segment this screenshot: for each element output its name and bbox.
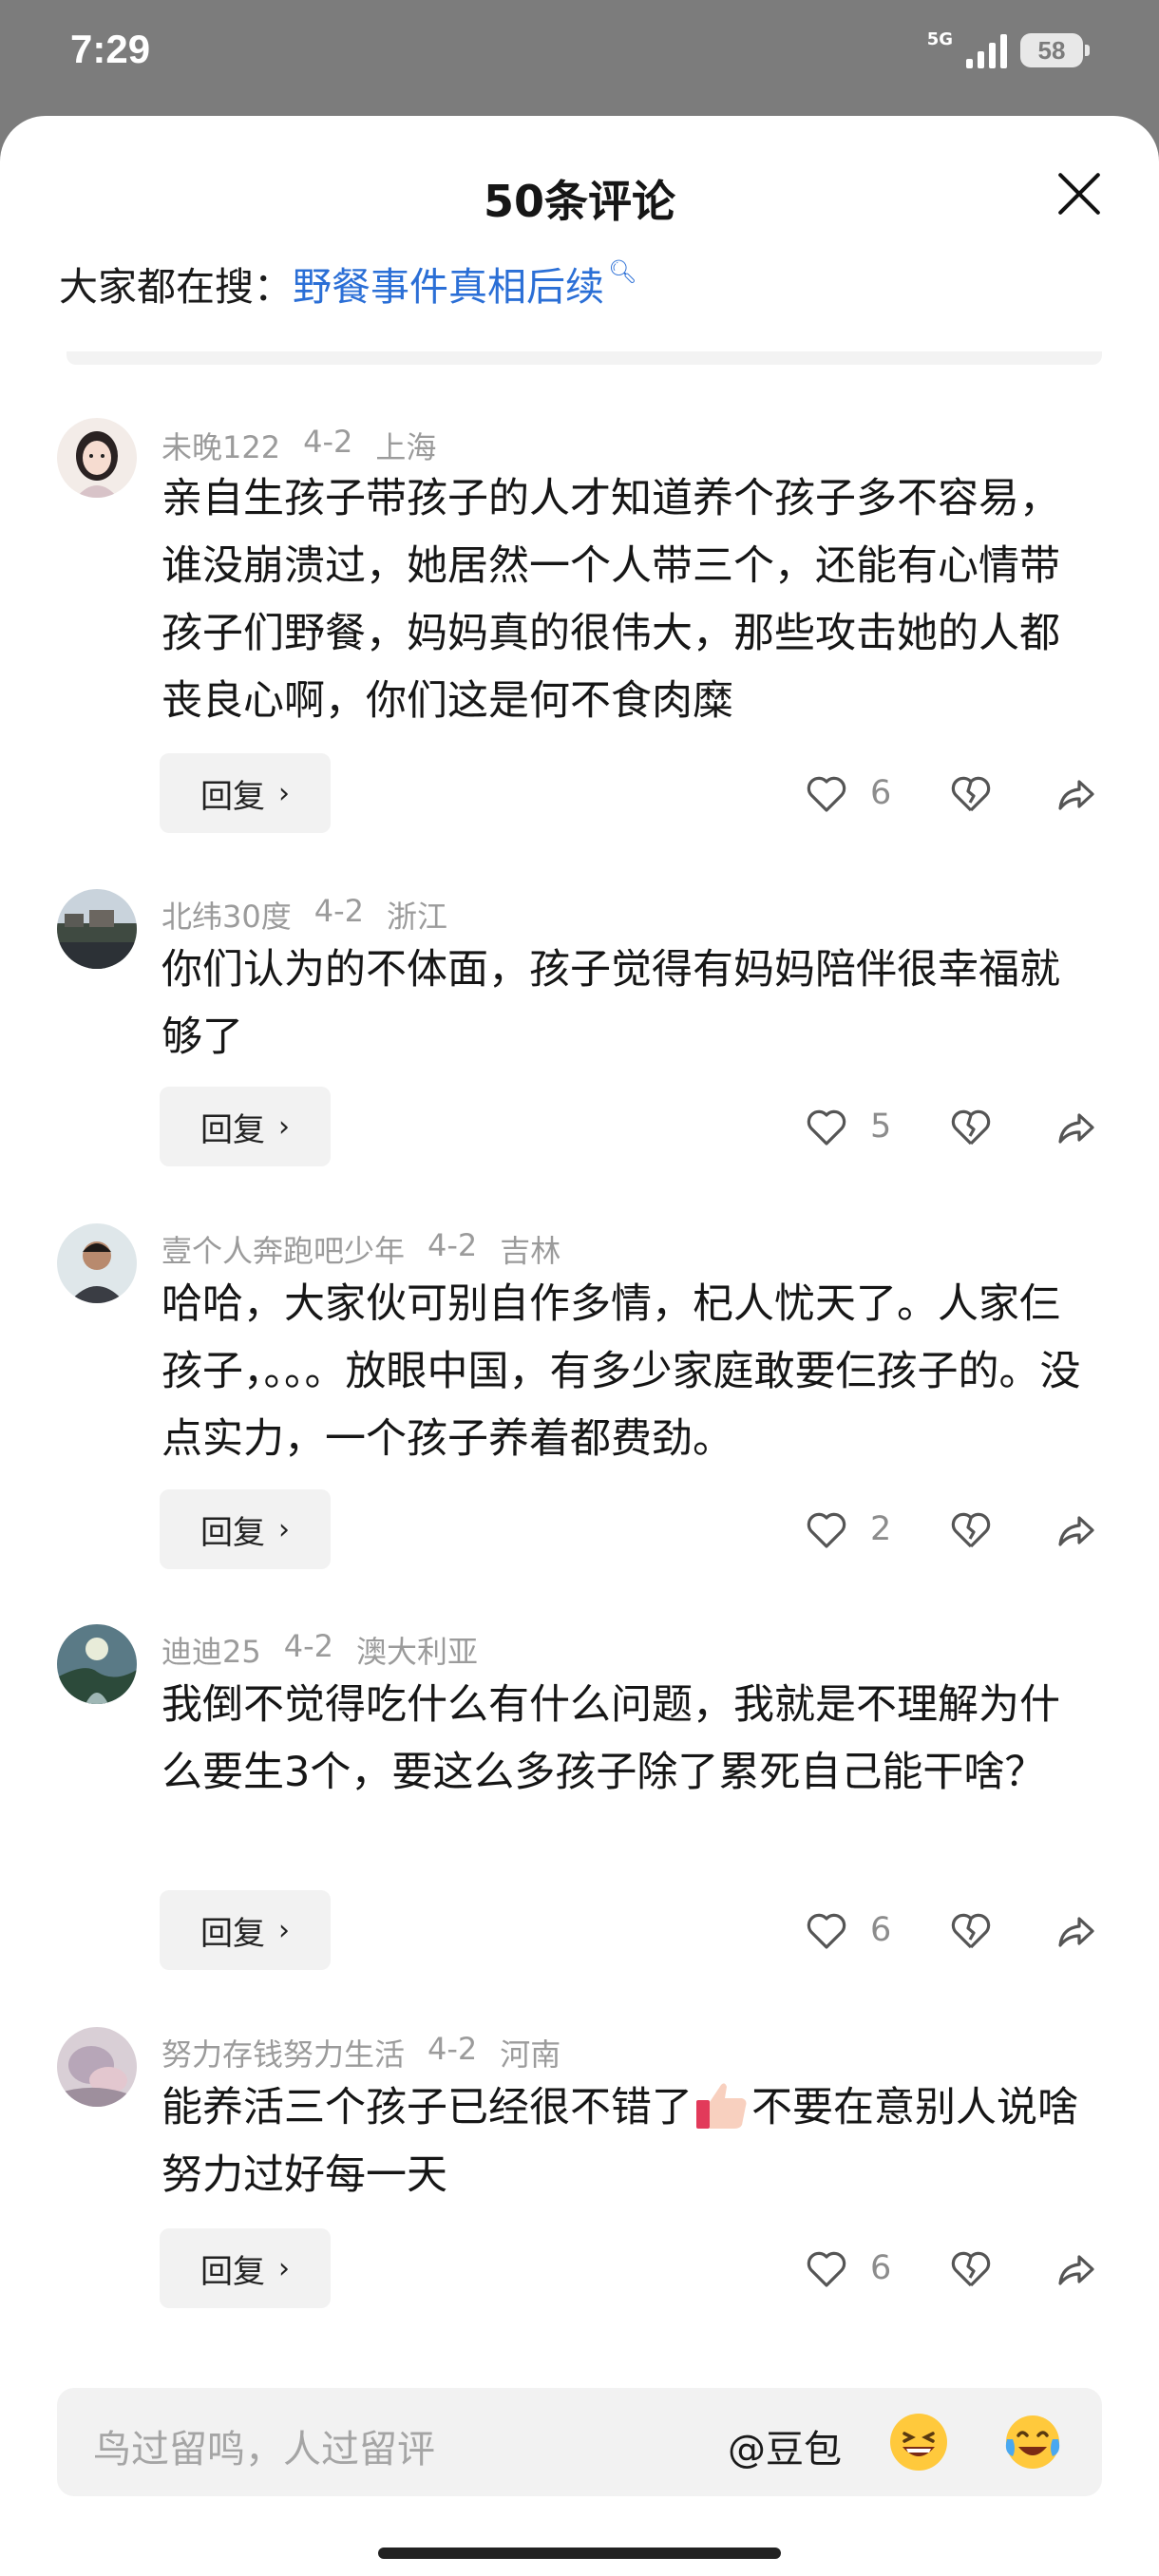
like-icon[interactable]	[804, 2245, 849, 2291]
battery-level: 58	[1037, 35, 1066, 65]
trending-search-link[interactable]: 野餐事件真相后续	[293, 255, 604, 312]
close-icon[interactable]	[1056, 171, 1102, 217]
status-time: 7:29	[70, 27, 151, 71]
comment-date: 4-2	[428, 2031, 478, 2067]
like-count: 2	[870, 1510, 892, 1548]
comment-location: 浙江	[387, 899, 448, 935]
avatar[interactable]	[57, 1223, 137, 1303]
status-indicators: 5G 58	[926, 27, 1090, 74]
reply-button[interactable]: 回复 ›	[160, 1890, 331, 1970]
share-icon[interactable]	[1053, 1104, 1098, 1149]
comment-location: 吉林	[500, 1233, 561, 1269]
comment-date: 4-2	[314, 893, 364, 929]
reply-label: 回复	[200, 1914, 265, 1953]
trending-search-label: 大家都在搜：	[59, 264, 293, 310]
like-count: 6	[870, 2249, 892, 2287]
comment-text-part: 能养活三个孩子已经很不错了	[162, 2084, 693, 2131]
reply-label: 回复	[200, 1513, 265, 1552]
comment-username[interactable]: 未晚122	[162, 424, 280, 467]
sheet-title: 50条评论	[483, 176, 675, 227]
chevron-right-icon: ›	[278, 1109, 290, 1144]
dislike-icon[interactable]	[948, 1104, 994, 1149]
avatar[interactable]	[57, 418, 137, 498]
comment-actions: 6	[804, 2228, 1098, 2308]
divider	[66, 351, 1102, 365]
share-icon[interactable]	[1053, 1506, 1098, 1552]
reply-label: 回复	[200, 1110, 265, 1149]
chevron-right-icon: ›	[278, 2251, 290, 2285]
comment-location: 上海	[375, 429, 437, 465]
comment-actions: 2	[804, 1489, 1098, 1569]
status-bar: 7:29 5G 58	[0, 0, 1159, 114]
comment-actions: 5	[804, 1087, 1098, 1166]
grinning-emoji-icon[interactable]	[887, 2411, 950, 2473]
avatar[interactable]	[57, 889, 137, 969]
mention-bot-button[interactable]: @豆包	[728, 2418, 842, 2473]
reply-button[interactable]: 回复 ›	[160, 1087, 331, 1166]
comment-meta: 北纬30度 4-2 浙江	[162, 893, 447, 937]
comment-meta: 未晚122 4-2 上海	[162, 424, 436, 467]
signal-icon	[966, 32, 1007, 68]
comment-text: 我倒不觉得吃什么有什么问题，我就是不理解为什么要生3个，要这么多孩子除了累死自己…	[162, 1681, 1060, 1796]
comment-actions: 6	[804, 753, 1098, 833]
tears-of-joy-emoji-icon[interactable]	[1001, 2411, 1064, 2473]
like-icon[interactable]	[804, 1907, 849, 1953]
home-indicator[interactable]	[378, 2548, 781, 2559]
reply-button[interactable]: 回复 ›	[160, 1489, 331, 1569]
comment-input-placeholder[interactable]: 鸟过留鸣，人过留评	[93, 2418, 435, 2473]
dislike-icon[interactable]	[948, 1506, 994, 1552]
like-count: 5	[870, 1108, 892, 1146]
reply-label: 回复	[200, 777, 265, 816]
comment-text: 哈哈，大家伙可别自作多情，杞人忧天了。人家仨孩子，。。。放眼中国，有多少家庭敢要…	[162, 1280, 1081, 1463]
comment-meta: 努力存钱努力生活 4-2 河南	[162, 2031, 560, 2074]
dislike-icon[interactable]	[948, 2245, 994, 2291]
comment-date: 4-2	[428, 1227, 478, 1263]
comment-text: 你们认为的不体面，孩子觉得有妈妈陪伴很幸福就够了	[162, 946, 1060, 1061]
battery-icon: 58	[1020, 33, 1090, 67]
like-count: 6	[870, 774, 892, 812]
reply-label: 回复	[200, 2252, 265, 2291]
dislike-icon[interactable]	[948, 1907, 994, 1953]
comment-username[interactable]: 努力存钱努力生活	[162, 2031, 405, 2074]
thumbs-up-emoji-icon	[693, 2075, 751, 2134]
share-icon[interactable]	[1053, 1907, 1098, 1953]
reply-button[interactable]: 回复 ›	[160, 753, 331, 833]
comment-date: 4-2	[303, 424, 353, 460]
chevron-right-icon: ›	[278, 1913, 290, 1947]
comment-meta: 壹个人奔跑吧少年 4-2 吉林	[162, 1227, 560, 1271]
avatar[interactable]	[57, 1624, 137, 1704]
like-icon[interactable]	[804, 1104, 849, 1149]
comment-username[interactable]: 北纬30度	[162, 893, 292, 937]
comment-text: 亲自生孩子带孩子的人才知道养个孩子多不容易，谁没崩溃过，她居然一个人带三个，还能…	[162, 475, 1060, 725]
chevron-right-icon: ›	[278, 776, 290, 810]
comment-text: 能养活三个孩子已经很不错了 不要在意别人说啥努力过好每一天	[162, 2074, 1097, 2209]
comment-username[interactable]: 壹个人奔跑吧少年	[162, 1227, 405, 1271]
comment-username[interactable]: 迪迪25	[162, 1628, 261, 1672]
chevron-right-icon: ›	[278, 1512, 290, 1546]
like-icon[interactable]	[804, 770, 849, 816]
avatar[interactable]	[57, 2027, 137, 2107]
reply-button[interactable]: 回复 ›	[160, 2228, 331, 2308]
comment-actions: 6	[804, 1890, 1098, 1970]
comment-meta: 迪迪25 4-2 澳大利亚	[162, 1628, 478, 1672]
search-icon[interactable]: 🔍︎	[608, 258, 636, 285]
comment-date: 4-2	[283, 1628, 333, 1664]
comment-location: 河南	[500, 2036, 561, 2073]
share-icon[interactable]	[1053, 770, 1098, 816]
comment-location: 澳大利亚	[356, 1634, 479, 1670]
like-icon[interactable]	[804, 1506, 849, 1552]
dislike-icon[interactable]	[948, 770, 994, 816]
like-count: 6	[870, 1911, 892, 1949]
comment-input[interactable]: 鸟过留鸣，人过留评 @豆包	[57, 2388, 1102, 2496]
share-icon[interactable]	[1053, 2245, 1098, 2291]
trending-search: 大家都在搜： 野餐事件真相后续 🔍︎	[59, 255, 636, 312]
network-label: 5G	[926, 28, 953, 49]
